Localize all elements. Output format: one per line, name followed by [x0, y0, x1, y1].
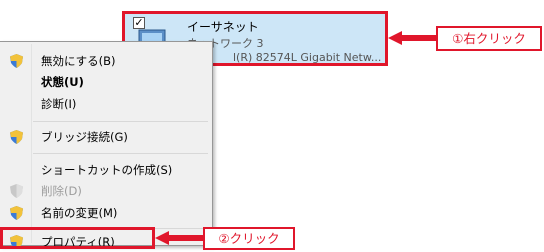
arrow-icon	[388, 31, 436, 45]
menu-item-label: ショートカットの作成(S)	[41, 163, 173, 177]
menu-item-label: 名前の変更(M)	[41, 206, 118, 220]
menu-item-create-shortcut[interactable]: ショートカットの作成(S)	[0, 160, 211, 180]
menu-item-label: ブリッジ接続(G)	[41, 130, 128, 144]
menu-item-disable[interactable]: 無効にする(B)	[0, 51, 211, 71]
uac-shield-icon	[10, 130, 23, 144]
menu-item-label: 無効にする(B)	[41, 54, 116, 68]
uac-shield-icon	[10, 184, 23, 198]
callout-step2: ②クリック	[203, 227, 295, 250]
menu-item-delete: 削除(D)	[0, 181, 211, 201]
selection-checkbox[interactable]: ✓	[133, 17, 145, 29]
properties-highlight	[0, 227, 155, 249]
menu-item-label: 削除(D)	[41, 184, 82, 198]
callout-step1: ①右クリック	[436, 26, 542, 51]
context-menu: 無効にする(B) 状態(U) 診断(I) ブリッジ接続(G) ショートカットの作…	[0, 41, 213, 249]
menu-item-label: 状態(U)	[41, 75, 84, 89]
menu-separator	[33, 153, 208, 154]
uac-shield-icon	[10, 54, 23, 68]
uac-shield-icon	[10, 206, 23, 220]
adapter-name: イーサネット	[187, 20, 259, 34]
menu-item-bridge[interactable]: ブリッジ接続(G)	[0, 127, 211, 147]
menu-item-diagnose[interactable]: 診断(I)	[0, 94, 211, 114]
menu-item-rename[interactable]: 名前の変更(M)	[0, 203, 211, 223]
adapter-description: l(R) 82574L Gigabit Netw...	[233, 51, 382, 64]
arrow-icon	[155, 231, 203, 245]
menu-item-status[interactable]: 状態(U)	[0, 72, 211, 92]
menu-item-label: 診断(I)	[41, 97, 77, 111]
menu-separator	[33, 121, 208, 122]
